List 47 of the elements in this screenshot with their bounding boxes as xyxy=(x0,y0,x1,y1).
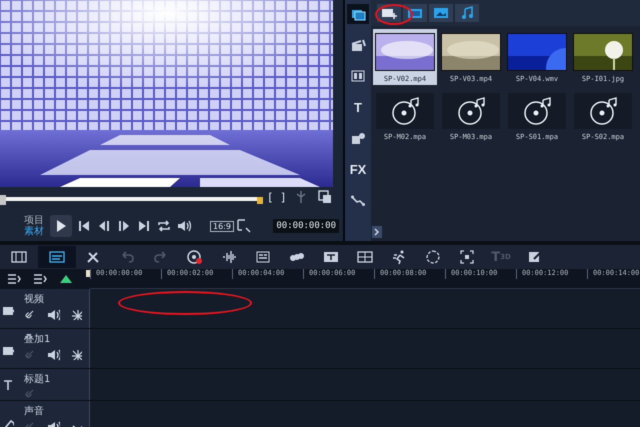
audio-filter-button[interactable] xyxy=(455,4,479,22)
music-note-icon[interactable] xyxy=(459,5,475,21)
resize-icon[interactable] xyxy=(236,218,252,234)
music-disc-icon xyxy=(588,96,618,126)
title-tab[interactable]: T xyxy=(347,97,369,117)
scrub-handle[interactable] xyxy=(0,195,6,205)
waveform-icon[interactable] xyxy=(221,249,237,265)
split-screen-icon[interactable] xyxy=(357,249,373,265)
filter-tab[interactable]: FX xyxy=(347,159,369,179)
film-strip-icon[interactable] xyxy=(11,249,27,265)
skip-start-icon[interactable] xyxy=(76,218,92,234)
mark-out-button[interactable]: ] xyxy=(280,190,285,204)
mode-option[interactable]: 项目 xyxy=(24,215,44,226)
record-icon[interactable] xyxy=(187,249,203,265)
repeat-icon[interactable] xyxy=(156,218,172,234)
title-track-icon xyxy=(3,378,13,390)
mode-option[interactable]: 素材 xyxy=(24,226,44,237)
trim-marker[interactable] xyxy=(257,197,263,204)
add-filter-button[interactable] xyxy=(377,4,401,22)
music-disc-icon xyxy=(456,96,486,126)
subtitle-icon[interactable] xyxy=(323,249,339,265)
mask-icon[interactable] xyxy=(425,249,441,265)
timeline-view-button[interactable] xyxy=(38,246,76,268)
music-disc-icon xyxy=(522,96,552,126)
crop-icon[interactable] xyxy=(459,249,475,265)
speaker-icon[interactable] xyxy=(46,307,60,321)
timeline-icon[interactable] xyxy=(49,249,65,265)
image-icon[interactable] xyxy=(433,5,449,21)
track-name: 声音 xyxy=(24,404,45,418)
music-grid-icon[interactable] xyxy=(255,249,271,265)
snapshot-icon[interactable] xyxy=(317,189,333,205)
link-icon[interactable] xyxy=(24,308,36,320)
speaker-icon[interactable] xyxy=(46,347,60,361)
image-filter-button[interactable] xyxy=(429,4,453,22)
music-disc-icon xyxy=(390,96,420,126)
track-name: 视频 xyxy=(24,292,45,306)
mark-in-button[interactable]: [ xyxy=(268,190,273,204)
timecode-field[interactable]: 00:00:00:00 xyxy=(273,219,339,233)
track-name: 叠加1 xyxy=(24,332,52,346)
speaker-icon[interactable] xyxy=(176,218,192,234)
skip-end-icon[interactable] xyxy=(136,218,152,234)
video-filter-button[interactable] xyxy=(403,4,427,22)
running-figure-icon[interactable] xyxy=(391,249,407,265)
ripple-icon[interactable] xyxy=(70,308,82,320)
aspect-ratio-button[interactable]: 16:9 xyxy=(210,220,234,232)
track-name: 标题1 xyxy=(24,372,52,386)
ripple-icon[interactable] xyxy=(70,348,82,360)
